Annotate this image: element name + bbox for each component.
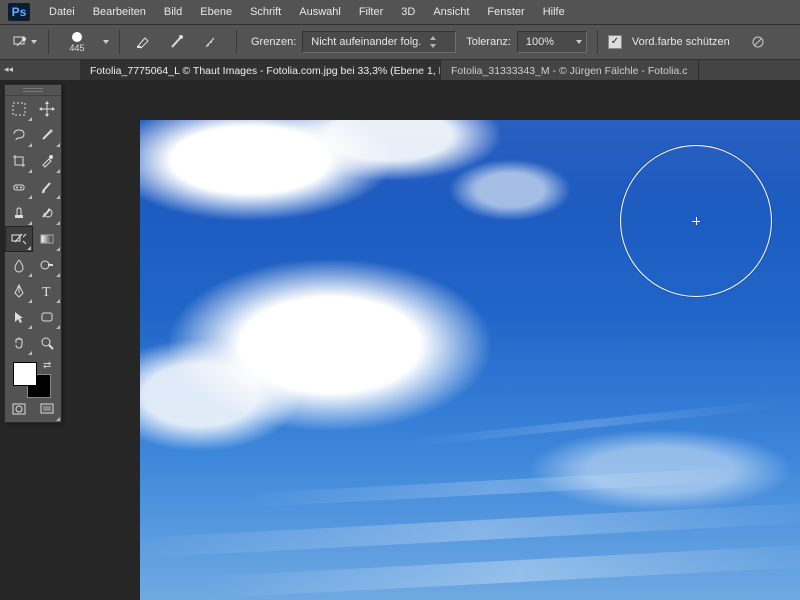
protect-fg-checkbox[interactable]: ✓ [608, 35, 622, 49]
menu-file[interactable]: Datei [40, 0, 84, 24]
menu-select[interactable]: Auswahl [290, 0, 350, 24]
background-eraser-tool[interactable] [5, 226, 33, 252]
foreground-color-swatch[interactable] [13, 362, 37, 386]
tolerance-label: Toleranz: [466, 36, 511, 48]
menu-window[interactable]: Fenster [478, 0, 533, 24]
app-logo: Ps [8, 3, 30, 21]
brush-preset-picker[interactable]: 445 [59, 32, 95, 53]
color-swatches: ⇄ [5, 356, 61, 396]
screen-mode-tool[interactable] [33, 396, 61, 422]
blur-tool[interactable] [5, 252, 33, 278]
zoom-tool[interactable] [33, 330, 61, 356]
menu-layer[interactable]: Ebene [191, 0, 241, 24]
dodge-tool[interactable] [33, 252, 61, 278]
brush-cursor [620, 145, 772, 297]
menu-bar: Ps Datei Bearbeiten Bild Ebene Schrift A… [0, 0, 800, 25]
history-brush-tool[interactable] [33, 200, 61, 226]
airbrush-icon[interactable] [198, 30, 226, 54]
options-bar: 445 Grenzen: Nicht aufeinander folg. Tol… [0, 25, 800, 60]
brush-tool[interactable] [33, 174, 61, 200]
tablet-pressure-opacity-icon[interactable] [744, 30, 772, 54]
brush-dot-icon [72, 32, 82, 42]
clone-stamp-tool[interactable] [5, 200, 33, 226]
limits-value: Nicht aufeinander folg. [311, 36, 421, 48]
move-tool[interactable] [33, 96, 61, 122]
menu-view[interactable]: Ansicht [424, 0, 478, 24]
document-tab-active-label: Fotolia_7775064_L © Thaut Images - Fotol… [90, 65, 441, 77]
collapse-handle-icon[interactable]: ◂◂ [4, 64, 13, 75]
toolbox: T ⇄ [4, 84, 62, 423]
menu-type[interactable]: Schrift [241, 0, 290, 24]
type-tool[interactable]: T [33, 278, 61, 304]
eyedropper-tool[interactable] [33, 148, 61, 174]
gradient-tool[interactable] [33, 226, 61, 252]
limits-label: Grenzen: [251, 36, 296, 48]
marquee-tool[interactable] [5, 96, 33, 122]
menu-edit[interactable]: Bearbeiten [84, 0, 155, 24]
magic-wand-tool[interactable] [33, 122, 61, 148]
menu-image[interactable]: Bild [155, 0, 191, 24]
svg-text:T: T [42, 285, 51, 299]
protect-fg-label: Vord.farbe schützen [632, 36, 730, 48]
tolerance-combo[interactable]: 100% [517, 31, 587, 53]
menu-filter[interactable]: Filter [350, 0, 392, 24]
work-area: T ⇄ [0, 80, 800, 600]
document-tab-inactive-label: Fotolia_31333343_M - © Jürgen Fälchle - … [451, 65, 688, 77]
active-tool-icon[interactable] [10, 30, 38, 54]
swap-colors-icon[interactable]: ⇄ [43, 360, 51, 371]
crop-tool[interactable] [5, 148, 33, 174]
tablet-pressure-size-icon[interactable] [164, 30, 192, 54]
menu-3d[interactable]: 3D [392, 0, 424, 24]
pen-tool[interactable] [5, 278, 33, 304]
limits-combo[interactable]: Nicht aufeinander folg. [302, 31, 456, 53]
document-tab-inactive[interactable]: Fotolia_31333343_M - © Jürgen Fälchle - … [441, 60, 699, 82]
lasso-tool[interactable] [5, 122, 33, 148]
toolbox-grip[interactable] [5, 85, 61, 96]
shape-tool[interactable] [33, 304, 61, 330]
tolerance-value: 100% [526, 36, 554, 48]
document-tab-active[interactable]: Fotolia_7775064_L © Thaut Images - Fotol… [80, 60, 441, 82]
document-canvas[interactable] [140, 120, 800, 600]
healing-brush-tool[interactable] [5, 174, 33, 200]
hand-tool[interactable] [5, 330, 33, 356]
combo-arrows-icon [429, 35, 437, 49]
menu-help[interactable]: Hilfe [534, 0, 574, 24]
path-select-tool[interactable] [5, 304, 33, 330]
brush-panel-icon[interactable] [130, 30, 158, 54]
brush-size-value: 445 [69, 43, 84, 53]
quick-mask-tool[interactable] [5, 396, 33, 422]
